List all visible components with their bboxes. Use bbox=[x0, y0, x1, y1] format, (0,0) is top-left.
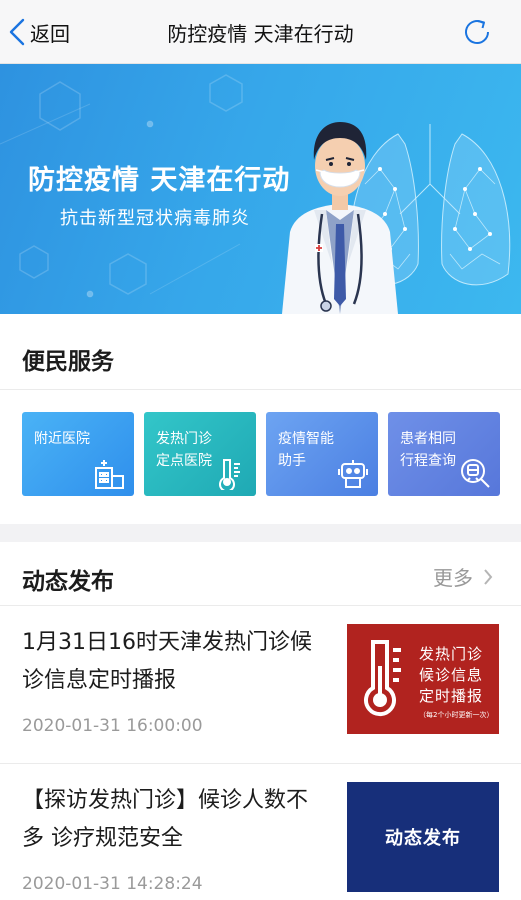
news-section: 动态发布 更多 1月31日16时天津发热门诊候诊信息定时播报 2020-01-3… bbox=[0, 542, 521, 900]
card-label: 发热门诊 bbox=[156, 431, 212, 447]
hero-banner[interactable]: 防控疫情 天津在行动 抗击新型冠状病毒肺炎 bbox=[0, 64, 521, 314]
news-title: 1月31日16时天津发热门诊候诊信息定时播报 bbox=[22, 630, 312, 693]
service-card-trip-query[interactable]: 患者相同 行程查询 bbox=[388, 412, 500, 496]
thumb-text: 发热门诊 候诊信息 定时播报 bbox=[419, 644, 483, 707]
hospital-icon bbox=[95, 460, 124, 489]
thumb-line: 发热门诊 bbox=[419, 645, 484, 663]
thumb-note: （每2个小时更新一次） bbox=[419, 711, 494, 719]
services-header: 便民服务 bbox=[0, 314, 521, 390]
top-nav-bar: 返回 防控疫情 天津在行动 bbox=[0, 0, 521, 64]
refresh-icon[interactable] bbox=[461, 16, 493, 48]
section-title: 动态发布 bbox=[22, 569, 114, 595]
news-time: 2020-01-31 16:00:00 bbox=[22, 716, 203, 736]
services-section: 便民服务 附近医院 发热门诊 定点医院 疫情智能 助手 患者相同 行程查询 bbox=[0, 314, 521, 524]
train-search-icon bbox=[461, 459, 490, 488]
section-title: 便民服务 bbox=[22, 349, 114, 375]
news-item[interactable]: 1月31日16时天津发热门诊候诊信息定时播报 2020-01-31 16:00:… bbox=[0, 606, 521, 764]
robot-icon bbox=[338, 460, 368, 488]
thermometer-icon bbox=[364, 640, 401, 717]
news-thumbnail: 动态发布 bbox=[347, 782, 499, 892]
banner-subtitle: 抗击新型冠状病毒肺炎 bbox=[60, 208, 250, 229]
news-title: 【探访发热门诊】候诊人数不多 诊疗规范安全 bbox=[22, 788, 309, 851]
service-card-ai-assistant[interactable]: 疫情智能 助手 bbox=[266, 412, 378, 496]
chevron-right-icon bbox=[484, 568, 493, 585]
news-header: 动态发布 更多 bbox=[0, 542, 521, 606]
banner-title: 防控疫情 天津在行动 bbox=[28, 165, 291, 196]
news-time: 2020-01-31 14:28:24 bbox=[22, 874, 203, 894]
service-cards: 附近医院 发热门诊 定点医院 疫情智能 助手 患者相同 行程查询 bbox=[22, 412, 500, 496]
news-thumbnail: 发热门诊 候诊信息 定时播报 （每2个小时更新一次） bbox=[347, 624, 499, 734]
service-card-nearby-hospital[interactable]: 附近医院 bbox=[22, 412, 134, 496]
thermometer-icon bbox=[219, 459, 240, 490]
thumb-line: 定时播报 bbox=[419, 687, 484, 705]
more-label: 更多 bbox=[433, 566, 473, 590]
card-label: 附近医院 bbox=[34, 431, 90, 447]
more-link[interactable]: 更多 bbox=[433, 562, 493, 591]
news-item[interactable]: 【探访发热门诊】候诊人数不多 诊疗规范安全 2020-01-31 14:28:2… bbox=[0, 764, 521, 900]
card-label: 疫情智能 bbox=[278, 431, 334, 447]
service-card-fever-clinic[interactable]: 发热门诊 定点医院 bbox=[144, 412, 256, 496]
page-title: 防控疫情 天津在行动 bbox=[167, 22, 354, 46]
thumb-line: 候诊信息 bbox=[419, 666, 484, 684]
card-label: 患者相同 bbox=[400, 431, 456, 447]
